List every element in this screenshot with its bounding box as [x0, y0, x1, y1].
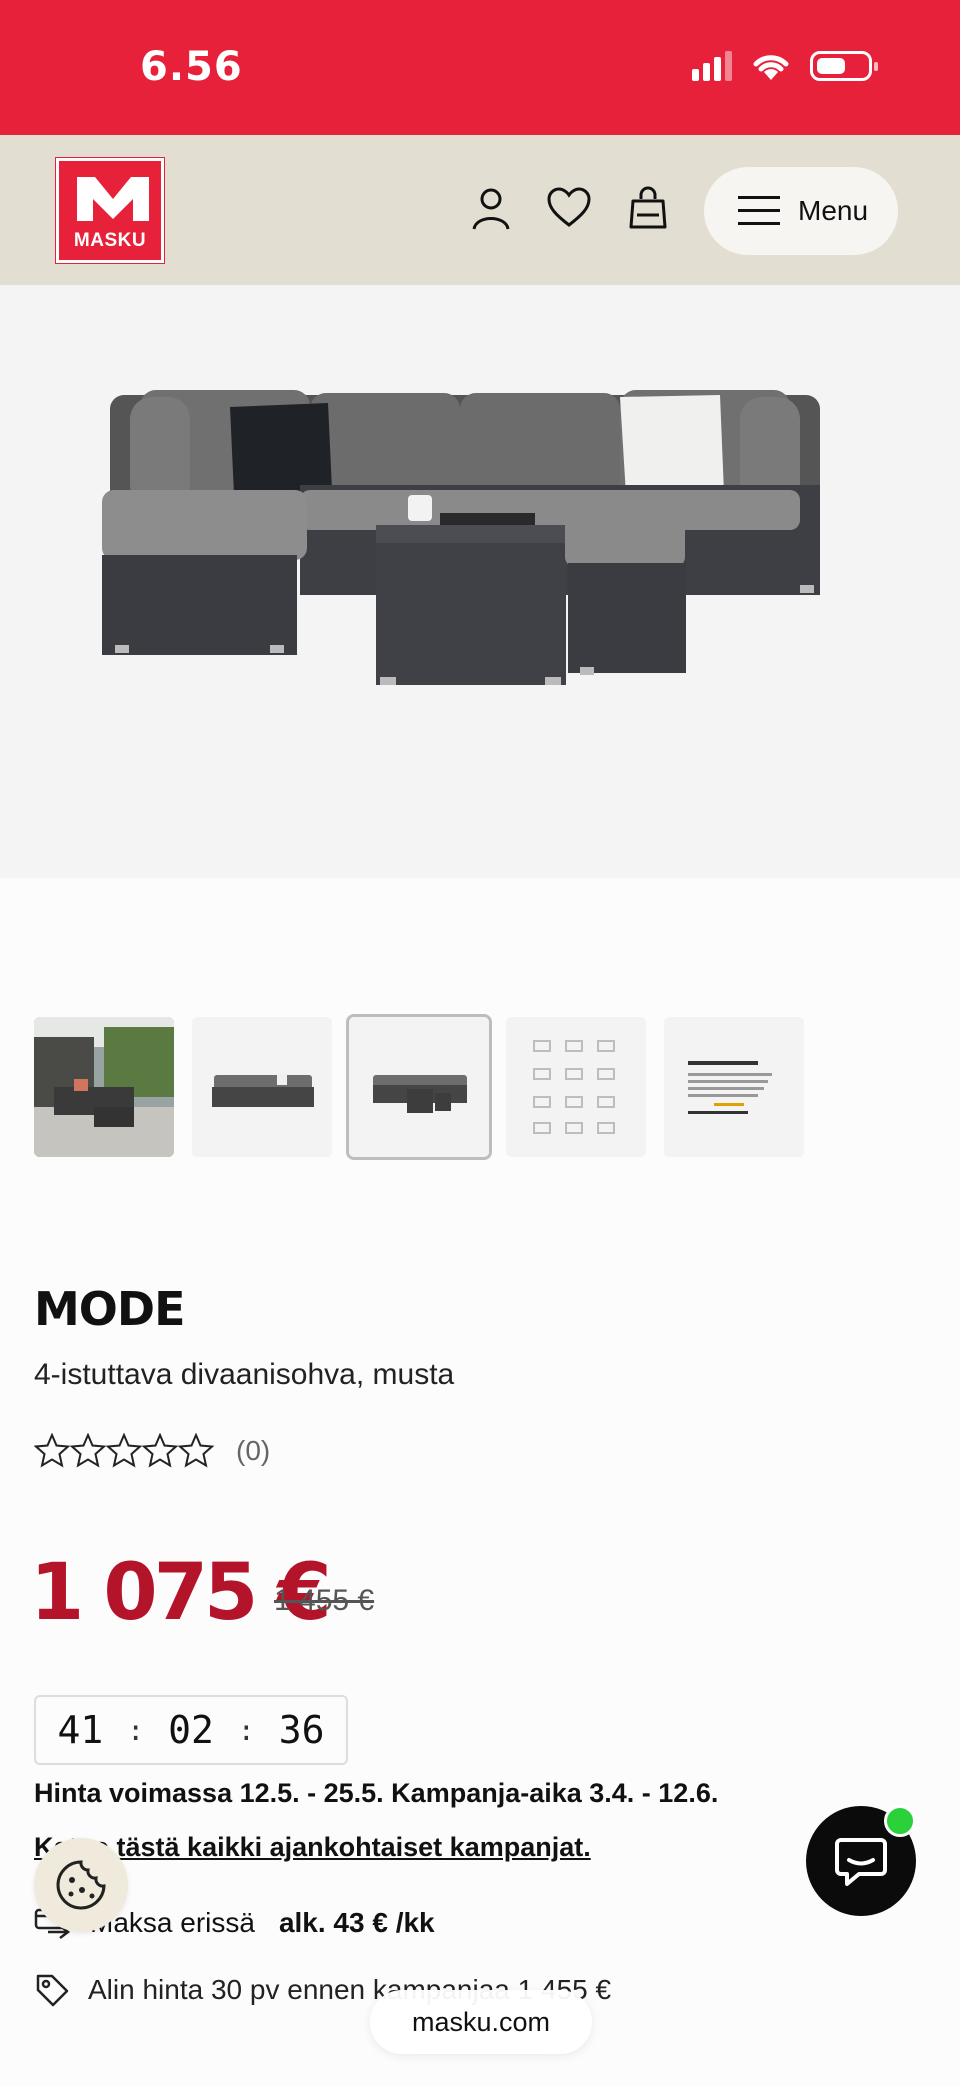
thumbnail-4[interactable]	[506, 1017, 646, 1157]
rating[interactable]: (0)	[34, 1433, 270, 1469]
battery-icon	[810, 51, 878, 81]
wishlist-heart-icon[interactable]	[546, 185, 592, 231]
thumbnail-3[interactable]	[346, 1014, 492, 1160]
sofa-photo	[102, 390, 820, 685]
product-main-image[interactable]	[0, 285, 960, 878]
info-card-thumb	[664, 1017, 804, 1157]
logo-text: MASKU	[73, 230, 147, 251]
sofa-side-thumb	[192, 1017, 332, 1157]
wifi-icon	[753, 55, 789, 80]
module-diagram-thumb	[506, 1017, 646, 1157]
site-header: MASKU Menu	[0, 135, 960, 285]
logo-mark-icon	[77, 177, 149, 221]
installment-amount: alk. 43 € /kk	[278, 1907, 435, 1938]
chat-bubble-icon	[835, 1838, 887, 1886]
countdown-separator: :	[127, 1713, 145, 1747]
outdoor-scene-thumb	[34, 1017, 174, 1157]
product-subtitle: 4-istuttava divaanisohva, musta	[34, 1358, 455, 1391]
menu-button[interactable]: Menu	[704, 167, 898, 255]
product-name: MODE	[34, 1282, 185, 1336]
shopping-bag-icon[interactable]	[625, 185, 671, 231]
status-bar: 6.56	[0, 0, 960, 135]
countdown-hours: 41	[57, 1708, 104, 1752]
countdown-seconds: 36	[278, 1708, 325, 1752]
thumbnail-1[interactable]	[34, 1017, 174, 1157]
status-icons	[692, 50, 878, 82]
signal-icon	[692, 51, 732, 81]
cookie-icon	[56, 1860, 106, 1910]
hamburger-icon	[738, 196, 780, 225]
rating-count: (0)	[236, 1435, 271, 1466]
product-page: 6.56 MASKU Menu MODE 4-istuttava divaani…	[0, 0, 960, 2086]
original-price: 1 455 €	[274, 1584, 375, 1617]
masku-logo[interactable]: MASKU	[56, 158, 164, 263]
star-rating-icon	[34, 1433, 215, 1468]
status-time: 6.56	[140, 44, 243, 90]
chat-online-indicator	[884, 1805, 916, 1837]
menu-label: Menu	[798, 195, 869, 226]
countdown-minutes: 02	[168, 1708, 214, 1752]
countdown-timer: 41 : 02 : 36	[34, 1695, 348, 1765]
cookie-settings-button[interactable]	[34, 1838, 128, 1932]
thumbnail-2[interactable]	[192, 1017, 332, 1157]
account-icon[interactable]	[468, 185, 514, 231]
countdown-separator: :	[237, 1713, 255, 1747]
browser-url: masku.com	[411, 2006, 551, 2037]
browser-url-bar[interactable]: masku.com	[370, 1990, 592, 2054]
thumbnail-5[interactable]	[664, 1017, 804, 1157]
sofa-table-thumb	[349, 1017, 489, 1157]
price-tag-icon	[36, 1974, 69, 2007]
price-validity: Hinta voimassa 12.5. - 25.5. Kampanja-ai…	[34, 1778, 719, 1808]
